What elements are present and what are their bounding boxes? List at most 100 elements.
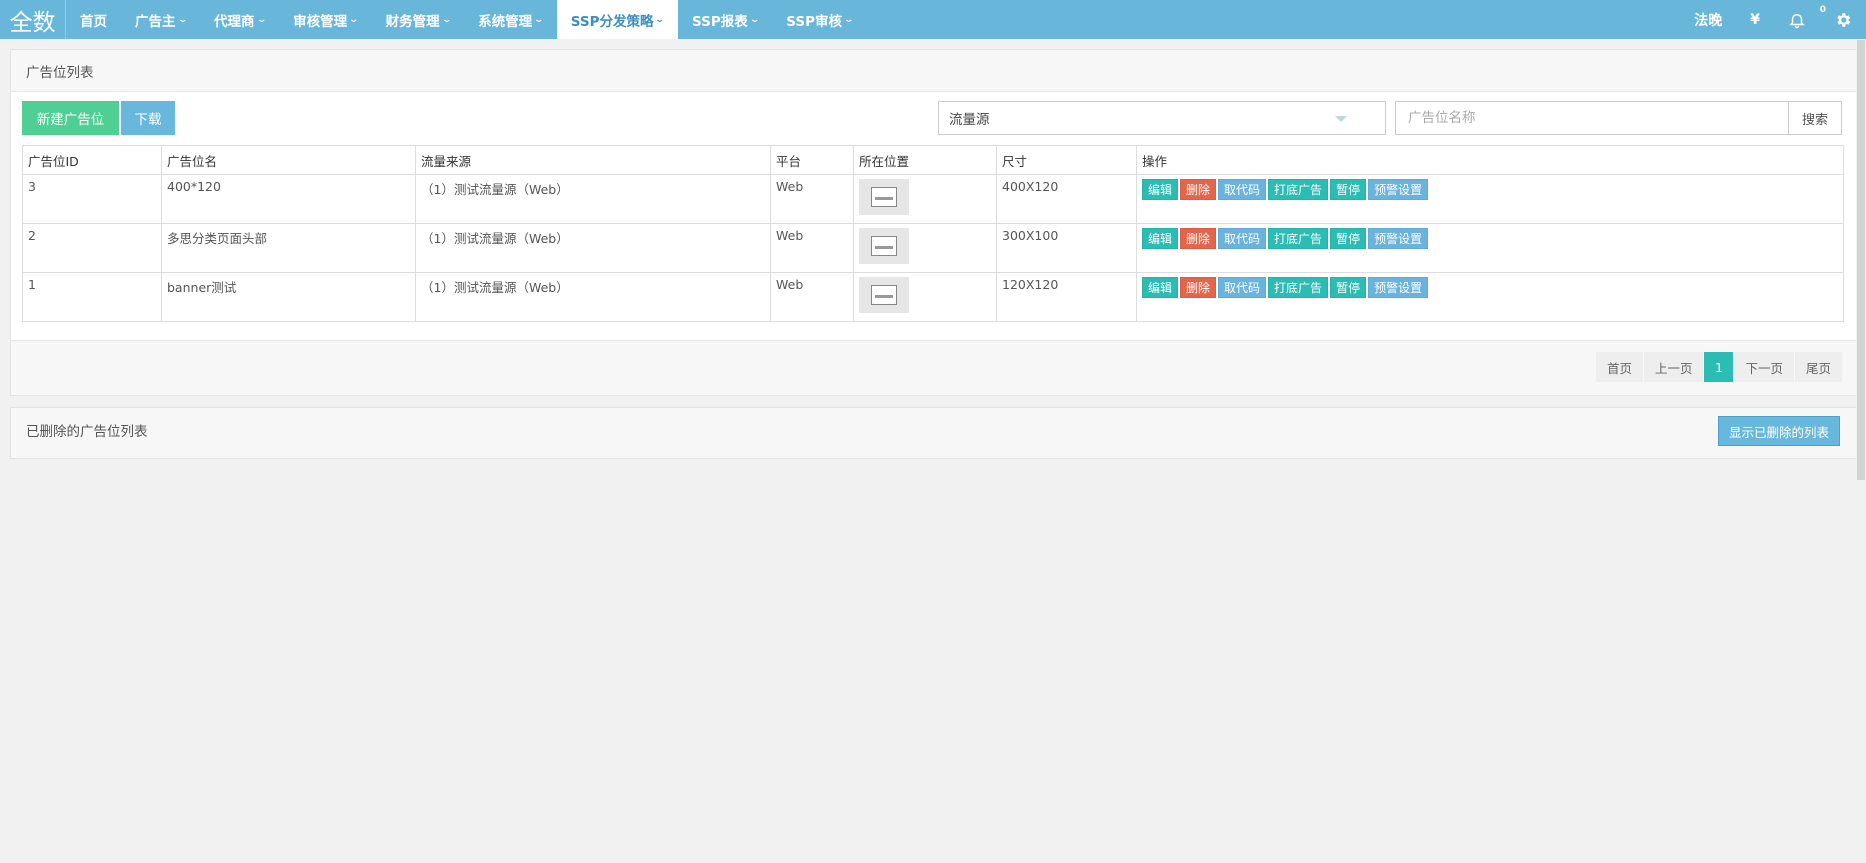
show-deleted-button[interactable]: 显示已删除的列表: [1717, 416, 1840, 446]
nav-home[interactable]: 首页: [66, 0, 121, 39]
table-row: 3 400*120 （1）测试流量源（Web） Web 400X120 编辑 删…: [22, 174, 1844, 224]
cell-name: 多思分类页面头部: [161, 223, 416, 273]
pause-button[interactable]: 暂停: [1330, 179, 1367, 200]
table-row: 2 多思分类页面头部 （1）测试流量源（Web） Web 300X100 编辑 …: [22, 223, 1844, 273]
col-header-source: 流量来源: [415, 145, 771, 175]
yen-icon[interactable]: ¥: [1736, 12, 1774, 28]
chevron-down-icon: ⌄: [176, 14, 188, 25]
cell-name: banner测试: [161, 272, 416, 322]
notification-count: 0: [1819, 4, 1826, 15]
page-current[interactable]: 1: [1704, 352, 1734, 382]
panel-title: 广告位列表: [11, 50, 1856, 92]
alert-settings-button[interactable]: 预警设置: [1368, 277, 1429, 298]
col-header-id: 广告位ID: [22, 145, 162, 175]
nav-ssp-audit-label: SSP审核: [786, 13, 843, 30]
new-ad-slot-button[interactable]: 新建广告位: [22, 101, 119, 135]
page-last[interactable]: 尾页: [1794, 352, 1842, 382]
col-header-platform: 平台: [770, 145, 854, 175]
col-header-name: 广告位名: [161, 145, 416, 175]
cell-position: [853, 223, 997, 273]
chevron-down-icon: ⌄: [256, 14, 267, 25]
ad-slot-name-input[interactable]: [1395, 101, 1789, 135]
deleted-panel-title: 已删除的广告位列表: [11, 408, 1856, 458]
chevron-down-icon: ⌄: [749, 14, 760, 25]
alert-settings-button[interactable]: 预警设置: [1368, 179, 1429, 200]
page-next[interactable]: 下一页: [1734, 352, 1794, 382]
edit-button[interactable]: 编辑: [1142, 228, 1179, 249]
download-button[interactable]: 下载: [121, 101, 175, 135]
col-header-actions: 操作: [1136, 145, 1844, 175]
nav-ssp-report[interactable]: SSP报表 ⌄: [678, 0, 772, 39]
nav-review-label: 审核管理: [293, 13, 348, 30]
chevron-down-icon: ⌄: [348, 14, 360, 25]
table-row: 1 banner测试 （1）测试流量源（Web） Web 120X120 编辑 …: [22, 272, 1844, 322]
get-code-button[interactable]: 取代码: [1218, 277, 1267, 298]
cell-actions: 编辑 删除 取代码 打底广告 暂停 预警设置: [1136, 223, 1844, 273]
delete-button[interactable]: 删除: [1180, 179, 1217, 200]
position-thumbnail[interactable]: [859, 277, 909, 313]
cell-name: 400*120: [161, 174, 416, 224]
cell-actions: 编辑 删除 取代码 打底广告 暂停 预警设置: [1136, 272, 1844, 322]
delete-button[interactable]: 删除: [1180, 228, 1217, 249]
gear-icon[interactable]: [1820, 11, 1866, 29]
traffic-source-select-value: 流量源: [949, 112, 990, 128]
cell-actions: 编辑 删除 取代码 打底广告 暂停 预警设置: [1136, 174, 1844, 224]
nav-system[interactable]: 系统管理 ⌄: [464, 0, 557, 39]
position-thumbnail[interactable]: [859, 228, 909, 264]
nav-finance-label: 财务管理: [385, 13, 440, 30]
chevron-down-icon: ⌄: [843, 14, 855, 25]
nav-agent[interactable]: 代理商 ⌄: [200, 0, 279, 39]
nav-ssp-strategy-label: SSP分发策略: [570, 13, 654, 30]
nav-advertiser[interactable]: 广告主 ⌄: [121, 0, 200, 39]
ad-slot-table: 广告位ID 广告位名 流量来源 平台 所在位置 尺寸 操作 3 400*120 …: [22, 145, 1844, 322]
cell-platform: Web: [770, 223, 854, 273]
caret-down-icon: [1335, 116, 1347, 122]
nav-ssp-strategy[interactable]: SSP分发策略 ⌄: [556, 0, 679, 39]
bell-icon[interactable]: 0: [1774, 5, 1826, 29]
nav-ssp-audit[interactable]: SSP审核 ⌄: [772, 0, 866, 39]
cell-size: 300X100: [996, 223, 1137, 273]
top-navbar: 全数 首页 广告主 ⌄ 代理商 ⌄ 审核管理 ⌄ 财务管理 ⌄ 系统管理 ⌄ SSP分发策…: [0, 0, 1866, 39]
fallback-ad-button[interactable]: 打底广告: [1268, 228, 1329, 249]
cell-platform: Web: [770, 174, 854, 224]
edit-button[interactable]: 编辑: [1142, 179, 1179, 200]
search-button[interactable]: 搜索: [1788, 101, 1842, 135]
cell-platform: Web: [770, 272, 854, 322]
col-header-size: 尺寸: [996, 145, 1137, 175]
position-thumbnail[interactable]: [859, 179, 909, 215]
col-header-position: 所在位置: [853, 145, 997, 175]
pagination-bar: 首页 上一页 1 下一页 尾页: [11, 340, 1856, 395]
nav-finance[interactable]: 财务管理 ⌄: [372, 0, 465, 39]
fallback-ad-button[interactable]: 打底广告: [1268, 179, 1329, 200]
table-header-row: 广告位ID 广告位名 流量来源 平台 所在位置 尺寸 操作: [22, 145, 1844, 175]
cell-id: 2: [22, 223, 162, 273]
pause-button[interactable]: 暂停: [1330, 228, 1367, 249]
alert-settings-button[interactable]: 预警设置: [1368, 228, 1429, 249]
deleted-ad-slot-panel: 已删除的广告位列表 显示已删除的列表: [10, 407, 1857, 459]
cell-source: （1）测试流量源（Web）: [415, 272, 771, 322]
cell-size: 120X120: [996, 272, 1137, 322]
nav-advertiser-label: 广告主: [135, 13, 176, 30]
page-prev[interactable]: 上一页: [1643, 352, 1704, 382]
pause-button[interactable]: 暂停: [1330, 277, 1367, 298]
ad-preview-icon: [871, 236, 897, 256]
cell-source: （1）测试流量源（Web）: [415, 174, 771, 224]
cell-position: [853, 272, 997, 322]
fallback-ad-button[interactable]: 打底广告: [1268, 277, 1329, 298]
nav-review[interactable]: 审核管理 ⌄: [279, 0, 372, 39]
delete-button[interactable]: 删除: [1180, 277, 1217, 298]
nav-agent-label: 代理商: [214, 13, 255, 30]
cell-id: 3: [22, 174, 162, 224]
get-code-button[interactable]: 取代码: [1218, 228, 1267, 249]
pagination: 首页 上一页 1 下一页 尾页: [1595, 352, 1842, 382]
brand-logo[interactable]: 全数: [0, 0, 66, 39]
page-first[interactable]: 首页: [1595, 352, 1643, 382]
traffic-source-select[interactable]: 流量源: [938, 101, 1386, 135]
chevron-down-icon: ⌄: [654, 14, 666, 25]
ad-preview-icon: [871, 285, 897, 305]
user-menu[interactable]: 法晚: [1680, 10, 1736, 30]
scrollbar-thumb[interactable]: [1857, 40, 1865, 480]
get-code-button[interactable]: 取代码: [1218, 179, 1267, 200]
edit-button[interactable]: 编辑: [1142, 277, 1179, 298]
cell-id: 1: [22, 272, 162, 322]
